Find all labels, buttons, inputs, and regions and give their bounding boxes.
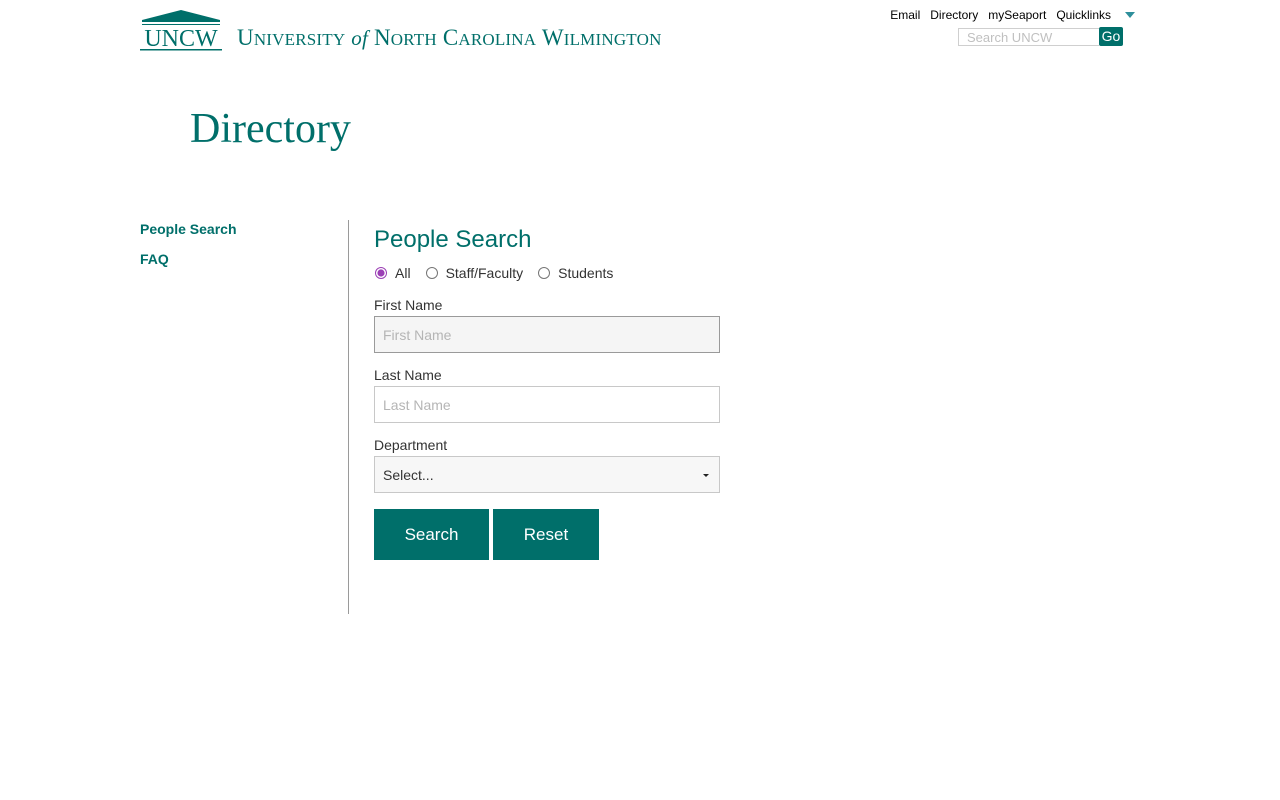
name-of: of	[351, 26, 369, 50]
radio-all-label: All	[395, 265, 411, 281]
name-rest-university: NIVERSITY	[253, 30, 346, 49]
name-rest-north: ORTH	[390, 30, 437, 49]
quicklinks-link[interactable]: Quicklinks	[1056, 8, 1111, 22]
utility-nav: Email Directory mySeaport Quicklinks	[890, 8, 1135, 22]
page-title: Directory	[190, 106, 351, 152]
last-name-label: Last Name	[374, 367, 442, 383]
vertical-divider	[348, 220, 349, 614]
sidebar: People Search FAQ	[140, 220, 330, 280]
site-search: Go	[958, 27, 1123, 46]
chevron-down-icon[interactable]	[1125, 12, 1135, 18]
department-label: Department	[374, 437, 448, 453]
radio-staff-faculty[interactable]: Staff/Faculty	[425, 265, 524, 281]
radio-staff-faculty-input[interactable]	[425, 267, 438, 279]
site-search-input[interactable]	[958, 28, 1099, 46]
sidebar-item-faq[interactable]: FAQ	[140, 250, 330, 268]
department-select[interactable]: Select...	[374, 456, 720, 493]
sidebar-item-people-search[interactable]: People Search	[140, 220, 330, 238]
department-selected-value: Select...	[383, 466, 434, 483]
radio-staff-faculty-label: Staff/Faculty	[445, 265, 524, 281]
radio-students[interactable]: Students	[537, 265, 613, 281]
name-rest-carolina: AROLINA	[458, 30, 537, 49]
first-name-field[interactable]	[374, 316, 720, 353]
name-initial-n: N	[373, 25, 391, 50]
radio-students-input[interactable]	[538, 267, 551, 279]
directory-link[interactable]: Directory	[930, 8, 978, 22]
university-name[interactable]: UNIVERSITY of NORTH CAROLINA WILMINGTON	[237, 25, 662, 53]
uncw-logo[interactable]: UNCW	[140, 10, 222, 52]
name-initial-w: W	[541, 25, 564, 50]
search-scope-radios: All Staff/Faculty Students	[374, 265, 720, 281]
name-rest-wilmington: ILMINGTON	[563, 30, 662, 49]
radio-all-input[interactable]	[375, 267, 387, 279]
logo-text: UNCW	[144, 26, 218, 52]
people-search-form: People Search All Staff/Faculty Students…	[374, 224, 720, 560]
first-name-label: First Name	[374, 297, 443, 313]
reset-button[interactable]: Reset	[493, 509, 599, 560]
radio-students-label: Students	[558, 265, 614, 281]
go-button[interactable]: Go	[1099, 27, 1123, 46]
section-title: People Search	[374, 226, 532, 253]
caret-down-icon	[703, 474, 709, 477]
search-button[interactable]: Search	[374, 509, 489, 560]
name-initial-c: C	[442, 25, 459, 50]
myseaport-link[interactable]: mySeaport	[988, 8, 1046, 22]
radio-all[interactable]: All	[374, 265, 411, 281]
name-initial-u: U	[237, 25, 254, 50]
last-name-field[interactable]	[374, 386, 720, 423]
form-actions: Search Reset	[374, 509, 720, 560]
email-link[interactable]: Email	[890, 8, 920, 22]
uncw-seal-icon: UNCW	[140, 10, 222, 52]
